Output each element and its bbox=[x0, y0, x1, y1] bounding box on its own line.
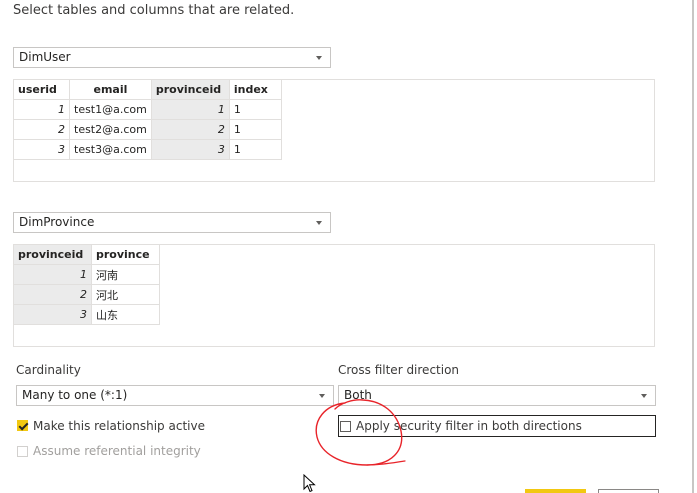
table-cell: 1 bbox=[13, 99, 70, 120]
cross-filter-label: Cross filter direction bbox=[338, 363, 460, 377]
table-row: 1 河南 bbox=[13, 264, 160, 285]
table-cell: 1 bbox=[228, 99, 282, 120]
cardinality-label: Cardinality bbox=[16, 363, 81, 377]
column-header-provinceid[interactable]: provinceid bbox=[150, 79, 230, 100]
table-cell: 1 bbox=[13, 264, 92, 285]
table-row: 3 test3@a.com 3 1 bbox=[13, 139, 282, 160]
cardinality-select[interactable]: Many to one (*:1) bbox=[16, 385, 334, 406]
table-cell: 河南 bbox=[91, 264, 160, 285]
cancel-button[interactable] bbox=[598, 489, 659, 493]
table-row: 1 test1@a.com 1 1 bbox=[13, 99, 282, 120]
table1-select[interactable]: DimUser bbox=[13, 47, 331, 68]
table-cell: 3 bbox=[13, 139, 70, 160]
table-cell: 河北 bbox=[91, 284, 160, 305]
dialog-scrollbar[interactable] bbox=[689, 0, 697, 493]
table2-grid: provinceid province 1 河南 2 河北 3 山东 bbox=[13, 244, 160, 325]
table-cell: 2 bbox=[13, 119, 70, 140]
column-header-userid[interactable]: userid bbox=[13, 79, 70, 100]
table-cell: 3 bbox=[150, 139, 230, 160]
table1-grid: userid email provinceid index 1 test1@a.… bbox=[13, 79, 282, 160]
dialog-instruction: Select tables and columns that are relat… bbox=[13, 3, 295, 18]
make-active-checkbox[interactable] bbox=[17, 420, 28, 431]
table1-select-value: DimUser bbox=[19, 50, 71, 64]
scrollbar-thumb[interactable] bbox=[692, 0, 694, 493]
mouse-cursor-icon bbox=[303, 474, 316, 493]
chevron-down-icon bbox=[316, 221, 322, 225]
table2-select-value: DimProvince bbox=[19, 215, 95, 229]
column-header-province[interactable]: province bbox=[91, 244, 160, 265]
table2-select[interactable]: DimProvince bbox=[13, 212, 331, 233]
ok-button[interactable] bbox=[525, 489, 586, 493]
table-cell: 2 bbox=[150, 119, 230, 140]
table-cell: test3@a.com bbox=[69, 139, 152, 160]
table-cell: 3 bbox=[13, 304, 92, 325]
table-cell: test2@a.com bbox=[69, 119, 152, 140]
column-header-email[interactable]: email bbox=[69, 79, 152, 100]
annotation-circle bbox=[315, 399, 406, 466]
table-cell: 1 bbox=[150, 99, 230, 120]
table2-header-row: provinceid province bbox=[13, 244, 160, 265]
table-cell: 1 bbox=[228, 119, 282, 140]
table-cell: 山东 bbox=[91, 304, 160, 325]
table-cell: test1@a.com bbox=[69, 99, 152, 120]
make-active-label[interactable]: Make this relationship active bbox=[33, 419, 205, 433]
table1-header-row: userid email provinceid index bbox=[13, 79, 282, 100]
chevron-down-icon bbox=[316, 56, 322, 60]
table-row: 2 河北 bbox=[13, 284, 160, 305]
table-row: 2 test2@a.com 2 1 bbox=[13, 119, 282, 140]
cardinality-select-value: Many to one (*:1) bbox=[22, 388, 128, 402]
column-header-index[interactable]: index bbox=[228, 79, 282, 100]
table-cell: 2 bbox=[13, 284, 92, 305]
column-header-provinceid[interactable]: provinceid bbox=[13, 244, 92, 265]
table-row: 3 山东 bbox=[13, 304, 160, 325]
referential-integrity-checkbox[interactable] bbox=[17, 446, 28, 457]
referential-integrity-label: Assume referential integrity bbox=[33, 444, 201, 458]
chevron-down-icon bbox=[641, 394, 647, 398]
table-cell: 1 bbox=[228, 139, 282, 160]
